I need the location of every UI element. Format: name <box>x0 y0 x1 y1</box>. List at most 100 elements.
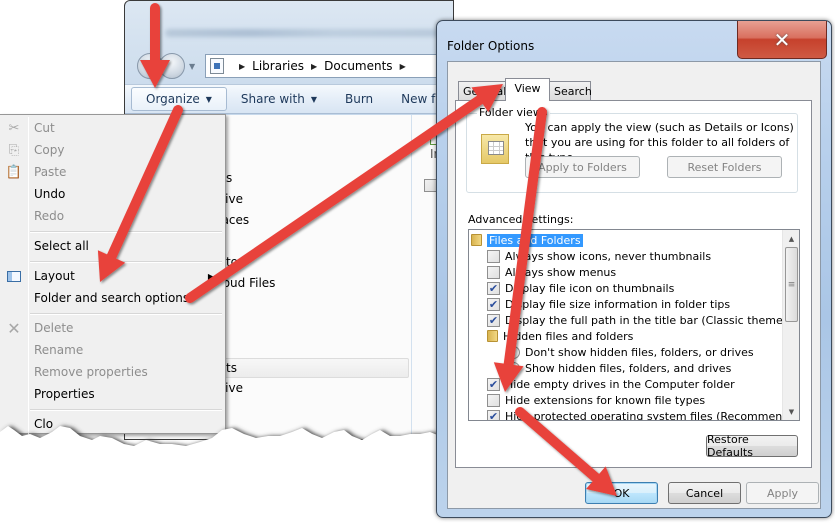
setting-display-full-path[interactable]: ✔ Display the full path in the title bar… <box>487 312 799 328</box>
share-with-label: Share with <box>240 92 305 106</box>
torn-edge-shadow <box>3 426 460 530</box>
menu-item-properties[interactable]: Properties <box>0 383 224 405</box>
menu-item-paste[interactable]: 📋 Paste <box>0 161 224 183</box>
restore-defaults-button[interactable]: Restore Defaults <box>706 433 798 459</box>
scroll-down-arrow-icon[interactable]: ▼ <box>783 403 799 420</box>
tree-label: Files and Folders <box>487 233 583 247</box>
breadcrumb-separator-icon[interactable]: ▶ <box>311 62 317 71</box>
folder-views-group: Folder views You can apply the view (suc… <box>466 106 798 193</box>
menu-item-label: Properties <box>34 387 95 401</box>
menu-item-cut[interactable]: ✂ Cut <box>0 117 224 139</box>
setting-hide-protected-os-files[interactable]: ✔ Hide protected operating system files … <box>487 408 800 421</box>
menu-item-label: Clo <box>34 417 54 431</box>
tree-group-files-and-folders[interactable]: Files and Folders <box>471 232 583 248</box>
setting-show-hidden[interactable]: Show hidden files, folders, and drives <box>507 360 731 376</box>
recent-pages-dropdown-icon[interactable]: ▼ <box>189 62 195 71</box>
view-tab-panel: Folder views You can apply the view (suc… <box>455 100 812 468</box>
address-bar[interactable]: ▶ Libraries ▶ Documents ▶ <box>205 54 453 78</box>
setting-hide-empty-drives[interactable]: ✔ Hide empty drives in the Computer fold… <box>487 376 735 392</box>
menu-item-label: Undo <box>34 187 66 201</box>
paste-icon: 📋 <box>5 164 23 180</box>
checkbox-checked[interactable]: ✔ <box>487 297 500 311</box>
command-bar: Organize ▼ Share with ▼ Burn New fold <box>125 84 453 114</box>
menu-item-delete[interactable]: ✕ Delete <box>0 317 224 339</box>
delete-icon: ✕ <box>7 318 21 338</box>
tab-label: Search <box>554 84 592 98</box>
menu-separator <box>30 261 222 263</box>
setting-always-show-icons[interactable]: Always show icons, never thumbnails <box>487 248 711 264</box>
share-with-button[interactable]: Share with ▼ <box>227 87 331 111</box>
checkbox-checked[interactable]: ✔ <box>487 281 500 295</box>
empty-icon-slot <box>0 235 28 257</box>
menu-item-close[interactable]: Clo <box>0 413 224 435</box>
breadcrumb-separator-icon[interactable]: ▶ <box>400 62 406 71</box>
ok-button[interactable]: OK <box>585 482 658 504</box>
checkbox-checked[interactable]: ✔ <box>487 409 500 420</box>
menu-item-label: Layout <box>34 269 75 283</box>
pane-divider[interactable] <box>411 115 412 439</box>
menu-item-folder-and-search-options[interactable]: Folder and search options <box>0 287 224 309</box>
organize-button[interactable]: Organize ▼ <box>131 87 227 111</box>
menu-item-remove-properties[interactable]: Remove properties <box>0 361 224 383</box>
setting-display-file-size[interactable]: ✔ Display file size information in folde… <box>487 296 730 312</box>
radio-unselected[interactable] <box>507 361 520 375</box>
empty-icon-slot <box>0 205 28 227</box>
apply-button[interactable]: Apply <box>746 482 819 504</box>
close-button[interactable]: ✕ <box>737 21 827 59</box>
tab-general[interactable]: General <box>458 81 506 100</box>
tree-label: Display file icon on thumbnails <box>505 281 675 295</box>
checkbox-unchecked[interactable] <box>487 265 500 279</box>
breadcrumb-separator-icon[interactable]: ▶ <box>239 62 245 71</box>
radio-unselected[interactable] <box>507 345 520 359</box>
breadcrumb-documents[interactable]: Documents <box>324 59 392 73</box>
breadcrumb-libraries[interactable]: Libraries <box>252 59 304 73</box>
nav-pane-group-header[interactable] <box>211 358 409 378</box>
checkbox-unchecked[interactable] <box>487 393 500 407</box>
scissors-icon: ✂ <box>8 120 20 136</box>
copy-icon: ⎘ <box>8 142 20 158</box>
blurred-title-bar <box>165 29 445 37</box>
tree-label: Hide protected operating system files (R… <box>505 409 800 421</box>
organize-label: Organize <box>146 92 200 106</box>
empty-icon-slot <box>0 413 28 435</box>
layout-icon <box>7 270 21 282</box>
scrollbar-thumb[interactable]: ≡ <box>785 247 798 322</box>
burn-button[interactable]: Burn <box>331 87 387 111</box>
menu-separator <box>30 313 222 315</box>
tree-group-hidden-files[interactable]: Hidden files and folders <box>487 328 633 344</box>
apply-to-folders-button[interactable]: Apply to Folders <box>525 156 640 178</box>
menu-item-redo[interactable]: Redo <box>0 205 224 227</box>
menu-item-label: Folder and search options <box>34 291 190 305</box>
folder-options-dialog: Folder Options ✕ General View Search Fol… <box>436 20 832 518</box>
empty-icon-slot <box>0 339 28 361</box>
checkbox-checked[interactable]: ✔ <box>487 377 500 391</box>
scroll-up-arrow-icon[interactable]: ▲ <box>783 230 799 247</box>
cancel-button[interactable]: Cancel <box>668 482 741 504</box>
tree-label: Show hidden files, folders, and drives <box>525 361 732 375</box>
submenu-arrow-icon: ▶ <box>207 271 214 281</box>
chevron-down-icon: ▼ <box>310 94 317 104</box>
setting-display-file-icon[interactable]: ✔ Display file icon on thumbnails <box>487 280 674 296</box>
menu-item-rename[interactable]: Rename <box>0 339 224 361</box>
folder-icon <box>471 234 482 246</box>
reset-folders-button[interactable]: Reset Folders <box>667 156 782 178</box>
setting-hide-extensions[interactable]: Hide extensions for known file types <box>487 392 705 408</box>
menu-item-label: Delete <box>34 321 74 335</box>
folder-icon <box>487 330 498 342</box>
checkbox-checked[interactable]: ✔ <box>487 313 500 327</box>
forward-button[interactable] <box>159 53 185 79</box>
setting-dont-show-hidden[interactable]: Don't show hidden files, folders, or dri… <box>507 344 754 360</box>
tab-view[interactable]: View <box>505 78 550 101</box>
vertical-scrollbar[interactable]: ▲ ≡ ▼ <box>782 230 799 420</box>
dialog-title: Folder Options <box>447 39 535 53</box>
tab-search[interactable]: Search <box>549 81 592 100</box>
menu-item-select-all[interactable]: Select all <box>0 235 224 257</box>
setting-always-show-menus[interactable]: Always show menus <box>487 264 616 280</box>
menu-item-undo[interactable]: Undo <box>0 183 224 205</box>
button-label: Apply to Folders <box>538 160 627 174</box>
advanced-settings-tree[interactable]: Files and Folders Always show icons, nev… <box>468 229 800 421</box>
menu-item-layout[interactable]: Layout ▶ <box>0 265 224 287</box>
menu-item-copy[interactable]: ⎘ Copy <box>0 139 224 161</box>
checkbox-unchecked[interactable] <box>487 249 500 263</box>
organize-menu: ✂ Cut ⎘ Copy 📋 Paste Undo Redo Select al… <box>0 114 226 437</box>
